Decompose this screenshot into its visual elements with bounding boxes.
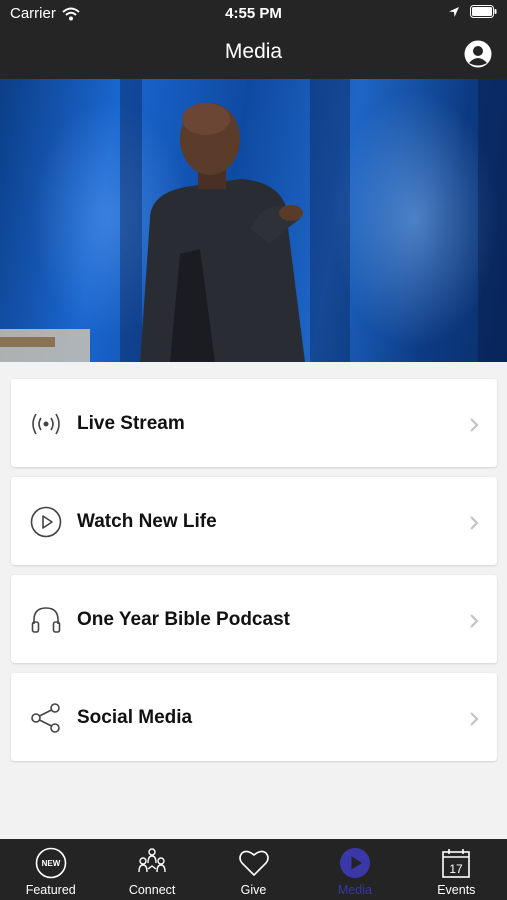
- play-circle-icon: [30, 506, 62, 538]
- calendar-day: 17: [450, 862, 464, 876]
- tab-label: Featured: [25, 883, 76, 897]
- menu-item-label: Live Stream: [77, 413, 185, 434]
- clock: 4:55 PM: [225, 5, 282, 22]
- navigation-bar: Media: [0, 28, 507, 79]
- battery-icon: [470, 5, 497, 18]
- media-menu-list: Live Stream Watch New Life One Year Bibl…: [11, 379, 497, 771]
- tab-label: Media: [337, 883, 372, 897]
- chevron-right-icon: [470, 418, 479, 432]
- tab-label: Events: [437, 883, 476, 897]
- menu-item-social-media[interactable]: Social Media: [11, 673, 497, 761]
- menu-item-label: One Year Bible Podcast: [77, 609, 290, 630]
- menu-item-label: Watch New Life: [77, 511, 217, 532]
- menu-item-one-year-bible-podcast[interactable]: One Year Bible Podcast: [11, 575, 497, 663]
- headphones-icon: [31, 607, 61, 633]
- speaker-figure: [0, 103, 305, 362]
- play-icon: [339, 848, 370, 878]
- tab-events[interactable]: 17 Events: [406, 839, 507, 900]
- chevron-right-icon: [470, 712, 479, 726]
- tab-featured[interactable]: NEW Featured: [0, 839, 101, 900]
- tab-connect[interactable]: Connect: [101, 839, 202, 900]
- page-title: Media: [224, 40, 283, 63]
- menu-item-label: Social Media: [77, 707, 193, 728]
- profile-icon[interactable]: [464, 40, 492, 68]
- tab-label: Connect: [128, 883, 176, 897]
- chevron-right-icon: [470, 516, 479, 530]
- people-group-icon: [138, 848, 166, 873]
- chevron-right-icon: [470, 614, 479, 628]
- location-arrow-icon: [449, 6, 459, 17]
- new-badge-text: NEW: [41, 859, 60, 868]
- hero-image: [0, 79, 507, 362]
- calendar-icon: 17: [442, 849, 471, 878]
- status-bar: Carrier 4:55 PM: [0, 0, 507, 28]
- tab-bar: NEW Featured Connect Give Media 17 Event…: [0, 839, 507, 900]
- tab-label: Give: [240, 883, 267, 897]
- share-icon: [31, 703, 60, 733]
- broadcast-icon: [32, 413, 60, 435]
- heart-icon: [238, 850, 269, 876]
- menu-item-watch-new-life[interactable]: Watch New Life: [11, 477, 497, 565]
- new-badge-icon: NEW: [35, 847, 67, 879]
- tab-media[interactable]: Media: [304, 839, 405, 900]
- tab-give[interactable]: Give: [203, 839, 304, 900]
- menu-item-live-stream[interactable]: Live Stream: [11, 379, 497, 467]
